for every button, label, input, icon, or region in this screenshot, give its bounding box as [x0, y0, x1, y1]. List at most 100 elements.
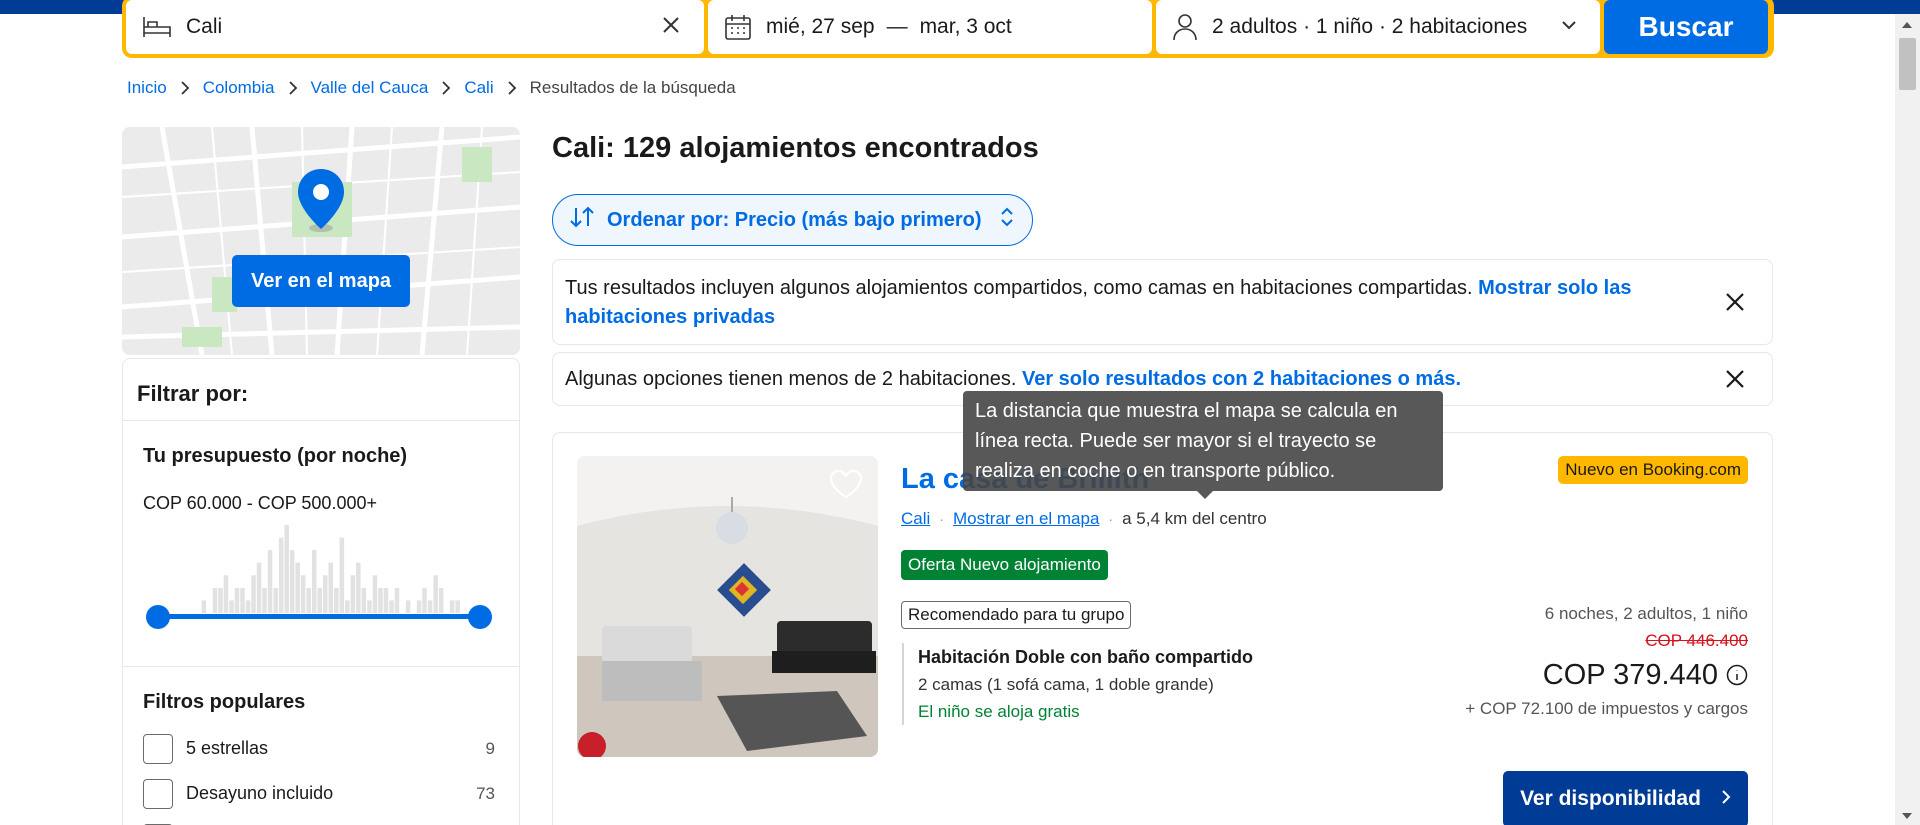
price-box: 6 noches, 2 adultos, 1 niño COP 446.400 … [1448, 601, 1748, 722]
original-price: COP 446.400 [1645, 631, 1748, 650]
kid-free-note: El niño se aloja gratis [918, 702, 1080, 721]
filter-count: 73 [476, 783, 495, 803]
budget-slider-max-handle[interactable] [468, 605, 492, 629]
filter-row-partial[interactable] [143, 816, 499, 825]
chevron-down-icon [1560, 16, 1578, 39]
heart-icon[interactable] [828, 468, 864, 505]
budget-filter: Tu presupuesto (por noche) COP 60.000 - … [123, 421, 519, 667]
histogram-bar [383, 587, 389, 613]
stay-summary: 6 noches, 2 adultos, 1 niño [1544, 604, 1748, 623]
breadcrumb-cali[interactable]: Cali [464, 78, 493, 98]
breadcrumb-valle-del-cauca[interactable]: Valle del Cauca [311, 78, 429, 98]
histogram-bar [251, 575, 256, 613]
popular-filters-title: Filtros populares [143, 691, 306, 713]
two-rooms-link[interactable]: Ver solo resultados con 2 habitaciones o… [1022, 368, 1461, 390]
checkbox[interactable] [143, 778, 173, 809]
destination-field[interactable]: Cali [126, 0, 704, 54]
histogram-bar [405, 600, 411, 613]
chevron-right-icon [507, 81, 517, 95]
new-on-booking-badge: Nuevo en Booking.com [1558, 456, 1748, 484]
sort-button[interactable]: Ordenar por: Precio (más bajo primero) [552, 194, 1033, 246]
scrollbar-thumb[interactable] [1899, 38, 1916, 90]
destination-value: Cali [186, 15, 223, 38]
map-background [122, 127, 520, 355]
room-details: Habitación Doble con baño compartido 2 c… [902, 643, 1253, 725]
guests-field[interactable]: 2 adultos · 1 niño · 2 habitaciones [1156, 0, 1600, 54]
breadcrumb-current: Resultados de la búsqueda [529, 78, 736, 97]
see-availability-button[interactable]: Ver disponibilidad [1503, 771, 1748, 825]
map-thumbnail[interactable]: Ver en el mapa [122, 127, 520, 355]
info-icon[interactable] [1726, 664, 1748, 686]
breadcrumb-colombia[interactable]: Colombia [203, 78, 275, 98]
histogram-bar [389, 600, 394, 613]
recommended-badge: Recomendado para tu grupo [901, 601, 1132, 629]
location-line: Cali · Mostrar en el mapa · a 5,4 km del… [901, 509, 1267, 529]
current-price: COP 379.440 [1542, 659, 1718, 691]
see-availability-label: Ver disponibilidad [1520, 787, 1701, 810]
histogram-bar [356, 562, 361, 613]
histogram-bar [455, 600, 460, 613]
page-scrollbar[interactable] [1895, 14, 1920, 825]
close-icon[interactable] [1724, 368, 1746, 399]
scroll-down-arrow-icon[interactable] [1902, 813, 1912, 819]
results-title: Cali: 129 alojamientos encontrados [552, 132, 1039, 164]
histogram-bar [427, 600, 433, 613]
popular-filters: Filtros populares 5 estrellas 9 Desayuno… [123, 691, 519, 825]
histogram-bar [300, 575, 306, 613]
histogram-bar [372, 575, 378, 613]
histogram-bar [295, 562, 300, 613]
histogram-bar [317, 587, 322, 613]
dates-field[interactable]: mié, 27 sep — mar, 3 oct [708, 0, 1152, 54]
checkout-date: mar, 3 oct [919, 15, 1012, 38]
chevron-right-icon [441, 81, 451, 95]
date-separator: — [886, 15, 908, 38]
city-link[interactable]: Cali [901, 509, 930, 529]
histogram-bar [378, 587, 383, 613]
histogram-bar [256, 562, 262, 613]
checkbox[interactable] [143, 733, 173, 764]
notice-text: Tus resultados incluyen algunos alojamie… [565, 277, 1479, 299]
deal-badge: Oferta Nuevo alojamiento [901, 550, 1108, 580]
room-beds: 2 camas (1 sofá cama, 1 doble grande) [918, 675, 1214, 694]
histogram-bar [284, 525, 289, 613]
histogram-bar [278, 537, 284, 613]
histogram-bar [306, 587, 311, 613]
chevron-right-icon [180, 81, 190, 95]
histogram-bar [312, 550, 317, 613]
breadcrumb-inicio[interactable]: Inicio [127, 78, 167, 98]
shared-accommodation-notice: Tus resultados incluyen algunos alojamie… [552, 259, 1773, 345]
sort-arrows-icon [569, 206, 595, 234]
budget-slider-min-handle[interactable] [146, 605, 170, 629]
histogram-bar [201, 600, 207, 613]
budget-title: Tu presupuesto (por noche) [143, 445, 408, 467]
histogram-bar [229, 600, 234, 613]
histogram-bar [345, 600, 350, 613]
scroll-up-arrow-icon[interactable] [1902, 22, 1912, 28]
filter-count: 9 [485, 738, 495, 758]
sort-label: Ordenar por: Precio (más bajo primero) [607, 208, 982, 231]
filter-label: 5 estrellas [186, 738, 269, 758]
histogram-bar [218, 587, 223, 613]
histogram-bar [234, 587, 240, 613]
histogram-bar [289, 550, 295, 613]
taxes-note: + COP 72.100 de impuestos y cargos [1465, 699, 1748, 718]
close-icon[interactable] [1724, 291, 1746, 322]
histogram-bar [223, 575, 229, 613]
histogram-bar [339, 537, 345, 613]
person-icon [1172, 13, 1198, 41]
clear-destination-icon[interactable] [660, 14, 682, 41]
guests-value: 2 adultos · 1 niño · 2 habitaciones [1212, 15, 1528, 38]
show-on-map-link[interactable]: Mostrar en el mapa [953, 509, 1099, 529]
search-button[interactable]: Buscar [1604, 0, 1768, 54]
chevron-up-down-icon [1000, 207, 1014, 233]
histogram-bar [350, 575, 356, 613]
histogram-bar [361, 587, 367, 613]
budget-range: COP 60.000 - COP 500.000+ [143, 493, 377, 513]
distance-text[interactable]: a 5,4 km del centro [1122, 509, 1267, 529]
filter-row-5-estrellas[interactable]: 5 estrellas 9 [143, 726, 499, 771]
chevron-right-icon [1721, 787, 1731, 811]
view-map-button[interactable]: Ver en el mapa [232, 255, 410, 307]
histogram-bar [240, 587, 245, 613]
filter-row-desayuno[interactable]: Desayuno incluido 73 [143, 771, 499, 816]
histogram-bar [416, 600, 422, 613]
